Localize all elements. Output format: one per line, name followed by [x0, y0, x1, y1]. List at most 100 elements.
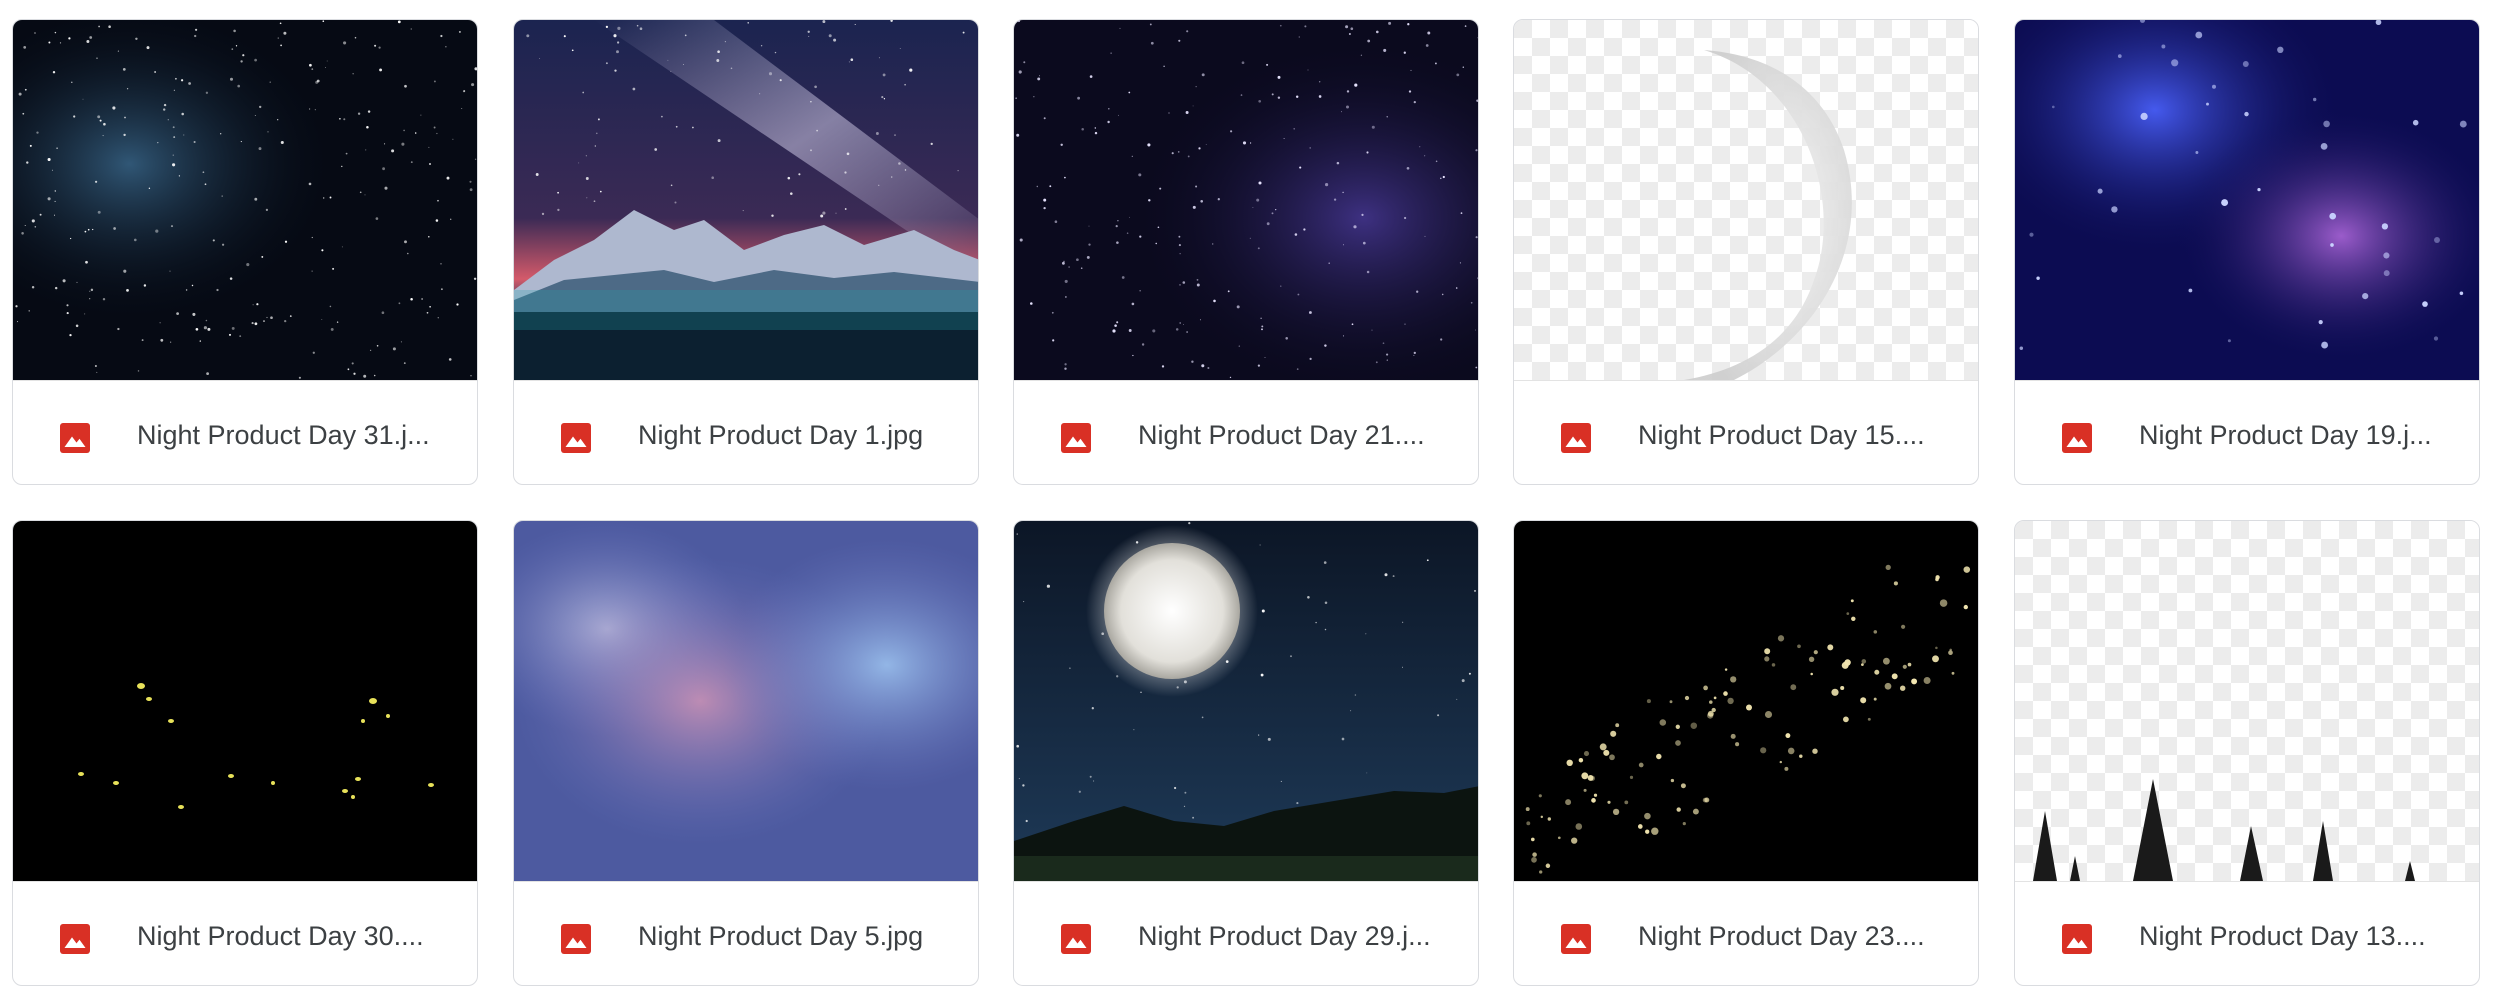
star-dot: [1470, 301, 1473, 304]
star-dot: [392, 347, 396, 351]
star-dot: [1476, 99, 1478, 102]
star-dot: [258, 147, 262, 151]
file-card[interactable]: Night Product Day 1.jpg: [513, 19, 979, 485]
star-dot: [1607, 800, 1611, 804]
star-dot: [364, 194, 366, 196]
star-dot: [810, 149, 812, 152]
file-card[interactable]: Night Product Day 15....: [1513, 19, 1979, 485]
star-dot: [1764, 656, 1770, 662]
star-dot: [207, 327, 211, 331]
star-dot: [1388, 21, 1392, 25]
file-card[interactable]: Night Product Day 19.j...: [2014, 19, 2480, 485]
star-dot: [875, 132, 879, 135]
star-dot: [1315, 621, 1317, 624]
star-dot: [2362, 293, 2369, 300]
star-dot: [1323, 561, 1327, 564]
star-dot: [1808, 656, 1815, 662]
star-dot: [1813, 650, 1818, 655]
star-dot: [1873, 697, 1877, 701]
image-file-icon: [57, 420, 93, 456]
star-dot: [820, 214, 824, 218]
file-name: Night Product Day 5.jpg: [638, 921, 924, 951]
star-dot: [31, 286, 35, 289]
star-dot: [1303, 228, 1306, 231]
star-dot: [135, 37, 138, 41]
star-dot: [2117, 54, 2122, 58]
star-dot: [1779, 760, 1782, 764]
star-dot: [1474, 589, 1476, 592]
star-dot: [2459, 120, 2467, 128]
star-dot: [34, 226, 37, 228]
star-dot: [1148, 199, 1151, 202]
star-dot: [1362, 241, 1366, 245]
star-dot: [2029, 232, 2034, 237]
star-dot: [1424, 235, 1426, 237]
star-dot: [39, 213, 42, 216]
file-card[interactable]: Night Product Day 21....: [1013, 19, 1479, 485]
star-dot: [195, 327, 199, 331]
star-dot: [674, 201, 677, 204]
star-dot: [170, 341, 172, 343]
star-dot: [1475, 149, 1478, 152]
star-dot: [1583, 751, 1590, 757]
star-dot: [410, 161, 413, 163]
file-card[interactable]: Night Product Day 13....: [2014, 520, 2480, 986]
star-dot: [252, 304, 254, 306]
star-dot: [256, 303, 259, 306]
star-dot: [1139, 290, 1141, 292]
star-dot: [1185, 111, 1189, 114]
star-dot: [376, 345, 379, 347]
star-dot: [1799, 754, 1803, 758]
star-dot: [246, 263, 250, 267]
star-dot: [1361, 213, 1364, 216]
star-dot: [1213, 299, 1216, 303]
star-dot: [930, 142, 933, 146]
file-card[interactable]: Night Product Day 5.jpg: [513, 520, 979, 986]
file-card[interactable]: Night Product Day 31.j...: [12, 19, 478, 485]
star-dot: [1441, 293, 1444, 296]
image-file-icon: [57, 921, 93, 957]
star-dot: [1703, 685, 1708, 691]
star-dot: [420, 114, 422, 116]
star-dot: [585, 155, 587, 157]
file-footer: Night Product Day 21....: [1014, 380, 1478, 484]
star-dot: [1902, 664, 1907, 669]
star-dot: [267, 131, 269, 133]
star-dot: [1730, 676, 1737, 683]
star-dot: [103, 122, 106, 126]
star-dot: [1366, 270, 1370, 274]
star-dot: [69, 333, 72, 337]
star-dot: [844, 208, 847, 210]
star-dot: [170, 225, 174, 228]
star-dot: [1140, 691, 1142, 693]
star-dot: [1324, 601, 1328, 604]
star-dot: [94, 364, 97, 368]
star-dot: [2323, 120, 2330, 128]
star-dot: [1812, 748, 1818, 754]
star-dot: [1328, 262, 1330, 264]
star-dot: [254, 114, 256, 116]
star-dot: [605, 25, 609, 29]
star-dot: [277, 37, 279, 39]
star-dot: [76, 281, 78, 283]
star-dot: [1341, 737, 1345, 741]
star-dot: [1188, 522, 1191, 525]
star-dot: [848, 61, 850, 63]
star-dot: [410, 28, 412, 30]
star-dot: [15, 305, 18, 308]
star-dot: [343, 118, 346, 121]
star-dot: [403, 362, 406, 364]
star-dot: [180, 79, 184, 82]
star-dot: [1345, 25, 1349, 29]
star-dot: [833, 38, 837, 42]
star-dot: [1259, 544, 1261, 546]
star-dot: [97, 115, 101, 119]
file-card[interactable]: Night Product Day 29.j...: [1013, 520, 1479, 986]
star-dot: [336, 321, 339, 323]
file-card[interactable]: Night Product Day 30....: [12, 520, 478, 986]
star-dot: [1201, 364, 1205, 368]
file-card[interactable]: Night Product Day 23....: [1513, 520, 1979, 986]
star-dot: [1094, 131, 1098, 135]
file-name: Night Product Day 15....: [1638, 420, 1925, 450]
star-dot: [31, 219, 35, 223]
